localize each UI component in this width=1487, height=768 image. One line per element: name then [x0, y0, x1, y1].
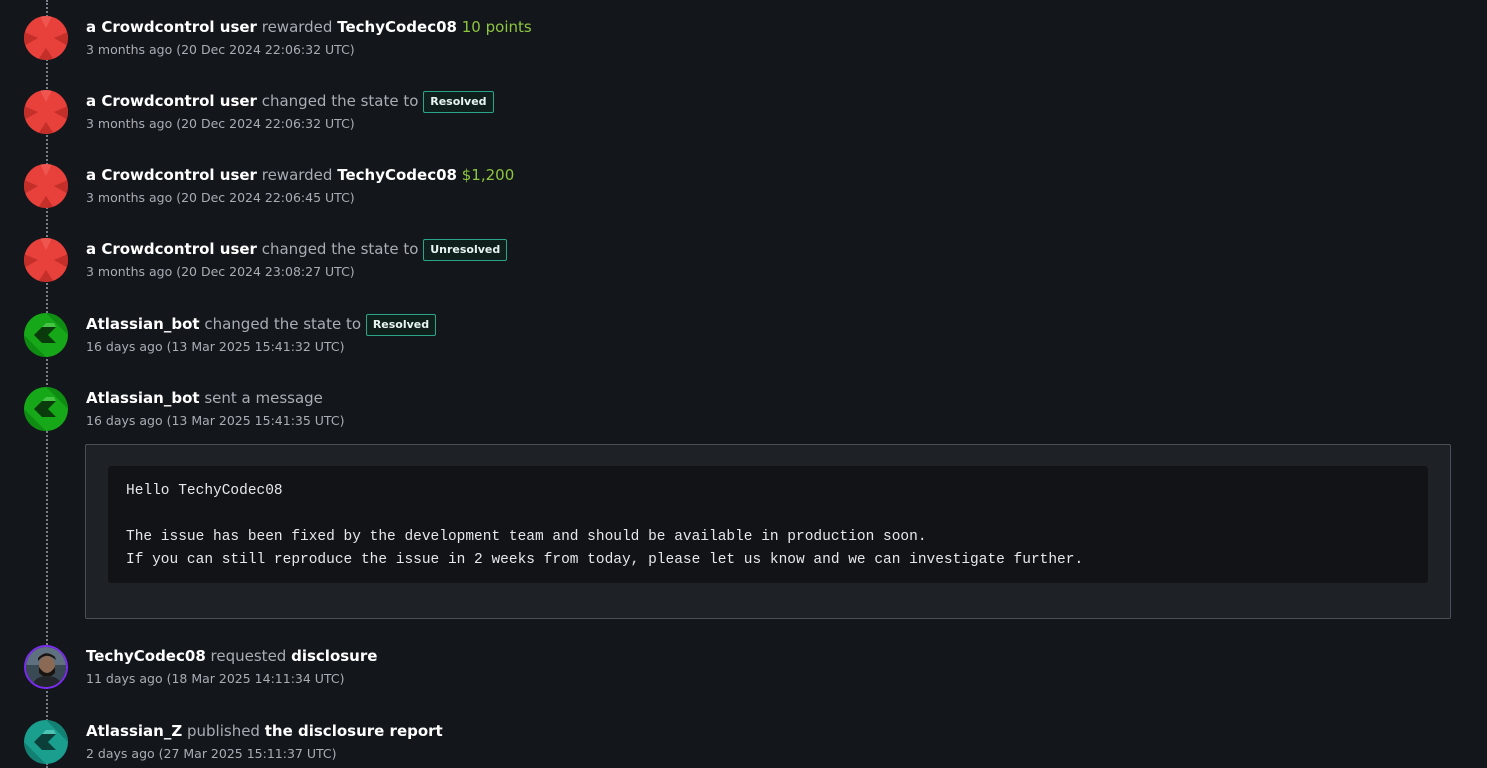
- reward-amount: $1,200: [461, 166, 515, 184]
- actor-name[interactable]: TechyCodec08: [86, 647, 206, 665]
- entry-summary: Atlassian_bot sent a message: [86, 387, 323, 409]
- atlassian-z-avatar[interactable]: [24, 720, 68, 764]
- entry-timestamp: 16 days ago (13 Mar 2025 15:41:35 UTC): [86, 413, 345, 428]
- actor-name[interactable]: a Crowdcontrol user: [86, 92, 257, 110]
- entry-summary: TechyCodec08 requested disclosure: [86, 645, 377, 667]
- entry-timestamp: 3 months ago (20 Dec 2024 22:06:45 UTC): [86, 190, 355, 205]
- entry-timestamp: 11 days ago (18 Mar 2025 14:11:34 UTC): [86, 671, 345, 686]
- entry-timestamp: 16 days ago (13 Mar 2025 15:41:32 UTC): [86, 339, 345, 354]
- entry-summary: a Crowdcontrol user changed the state to…: [86, 90, 494, 113]
- user-avatar[interactable]: [24, 645, 68, 689]
- entry-summary: a Crowdcontrol user changed the state to…: [86, 238, 508, 261]
- entry-summary: Atlassian_Z published the disclosure rep…: [86, 720, 443, 742]
- activity-timeline: a Crowdcontrol user rewarded TechyCodec0…: [0, 0, 1487, 768]
- entry-verb: changed the state to: [261, 92, 419, 110]
- entry-verb: rewarded: [261, 166, 333, 184]
- message-code-block: Hello TechyCodec08 The issue has been fi…: [108, 466, 1428, 583]
- entry-timestamp: 3 months ago (20 Dec 2024 22:06:32 UTC): [86, 42, 355, 57]
- entry-timestamp: 3 months ago (20 Dec 2024 23:08:27 UTC): [86, 264, 355, 279]
- target-user[interactable]: TechyCodec08: [337, 18, 457, 36]
- entry-verb: rewarded: [261, 18, 333, 36]
- actor-name[interactable]: Atlassian_Z: [86, 722, 182, 740]
- entry-summary: a Crowdcontrol user rewarded TechyCodec0…: [86, 16, 532, 38]
- entry-summary: a Crowdcontrol user rewarded TechyCodec0…: [86, 164, 514, 186]
- atlassian-bot-avatar[interactable]: [24, 313, 68, 357]
- crowdcontrol-avatar[interactable]: [24, 238, 68, 282]
- crowdcontrol-avatar[interactable]: [24, 16, 68, 60]
- entry-summary: Atlassian_bot changed the state to Resol…: [86, 313, 437, 336]
- target-user[interactable]: TechyCodec08: [337, 166, 457, 184]
- message-body: Hello TechyCodec08 The issue has been fi…: [126, 483, 1084, 568]
- entry-timestamp: 2 days ago (27 Mar 2025 15:11:37 UTC): [86, 746, 337, 761]
- message-container: Hello TechyCodec08 The issue has been fi…: [85, 444, 1451, 619]
- actor-name[interactable]: a Crowdcontrol user: [86, 18, 257, 36]
- entry-verb: changed the state to: [204, 315, 362, 333]
- crowdcontrol-avatar[interactable]: [24, 164, 68, 208]
- actor-name[interactable]: Atlassian_bot: [86, 389, 200, 407]
- entry-verb: published: [187, 722, 260, 740]
- state-badge: Unresolved: [423, 239, 508, 261]
- disclosure-target[interactable]: disclosure: [291, 647, 377, 665]
- reward-amount: 10 points: [461, 18, 532, 36]
- actor-name[interactable]: Atlassian_bot: [86, 315, 200, 333]
- entry-verb: sent a message: [204, 389, 323, 407]
- disclosure-report-link[interactable]: the disclosure report: [265, 722, 443, 740]
- state-badge: Resolved: [365, 314, 437, 336]
- entry-verb: requested: [210, 647, 287, 665]
- entry-verb: changed the state to: [261, 240, 419, 258]
- state-badge: Resolved: [423, 91, 494, 113]
- crowdcontrol-avatar[interactable]: [24, 90, 68, 134]
- atlassian-bot-avatar[interactable]: [24, 387, 68, 431]
- entry-timestamp: 3 months ago (20 Dec 2024 22:06:32 UTC): [86, 116, 355, 131]
- actor-name[interactable]: a Crowdcontrol user: [86, 166, 257, 184]
- actor-name[interactable]: a Crowdcontrol user: [86, 240, 257, 258]
